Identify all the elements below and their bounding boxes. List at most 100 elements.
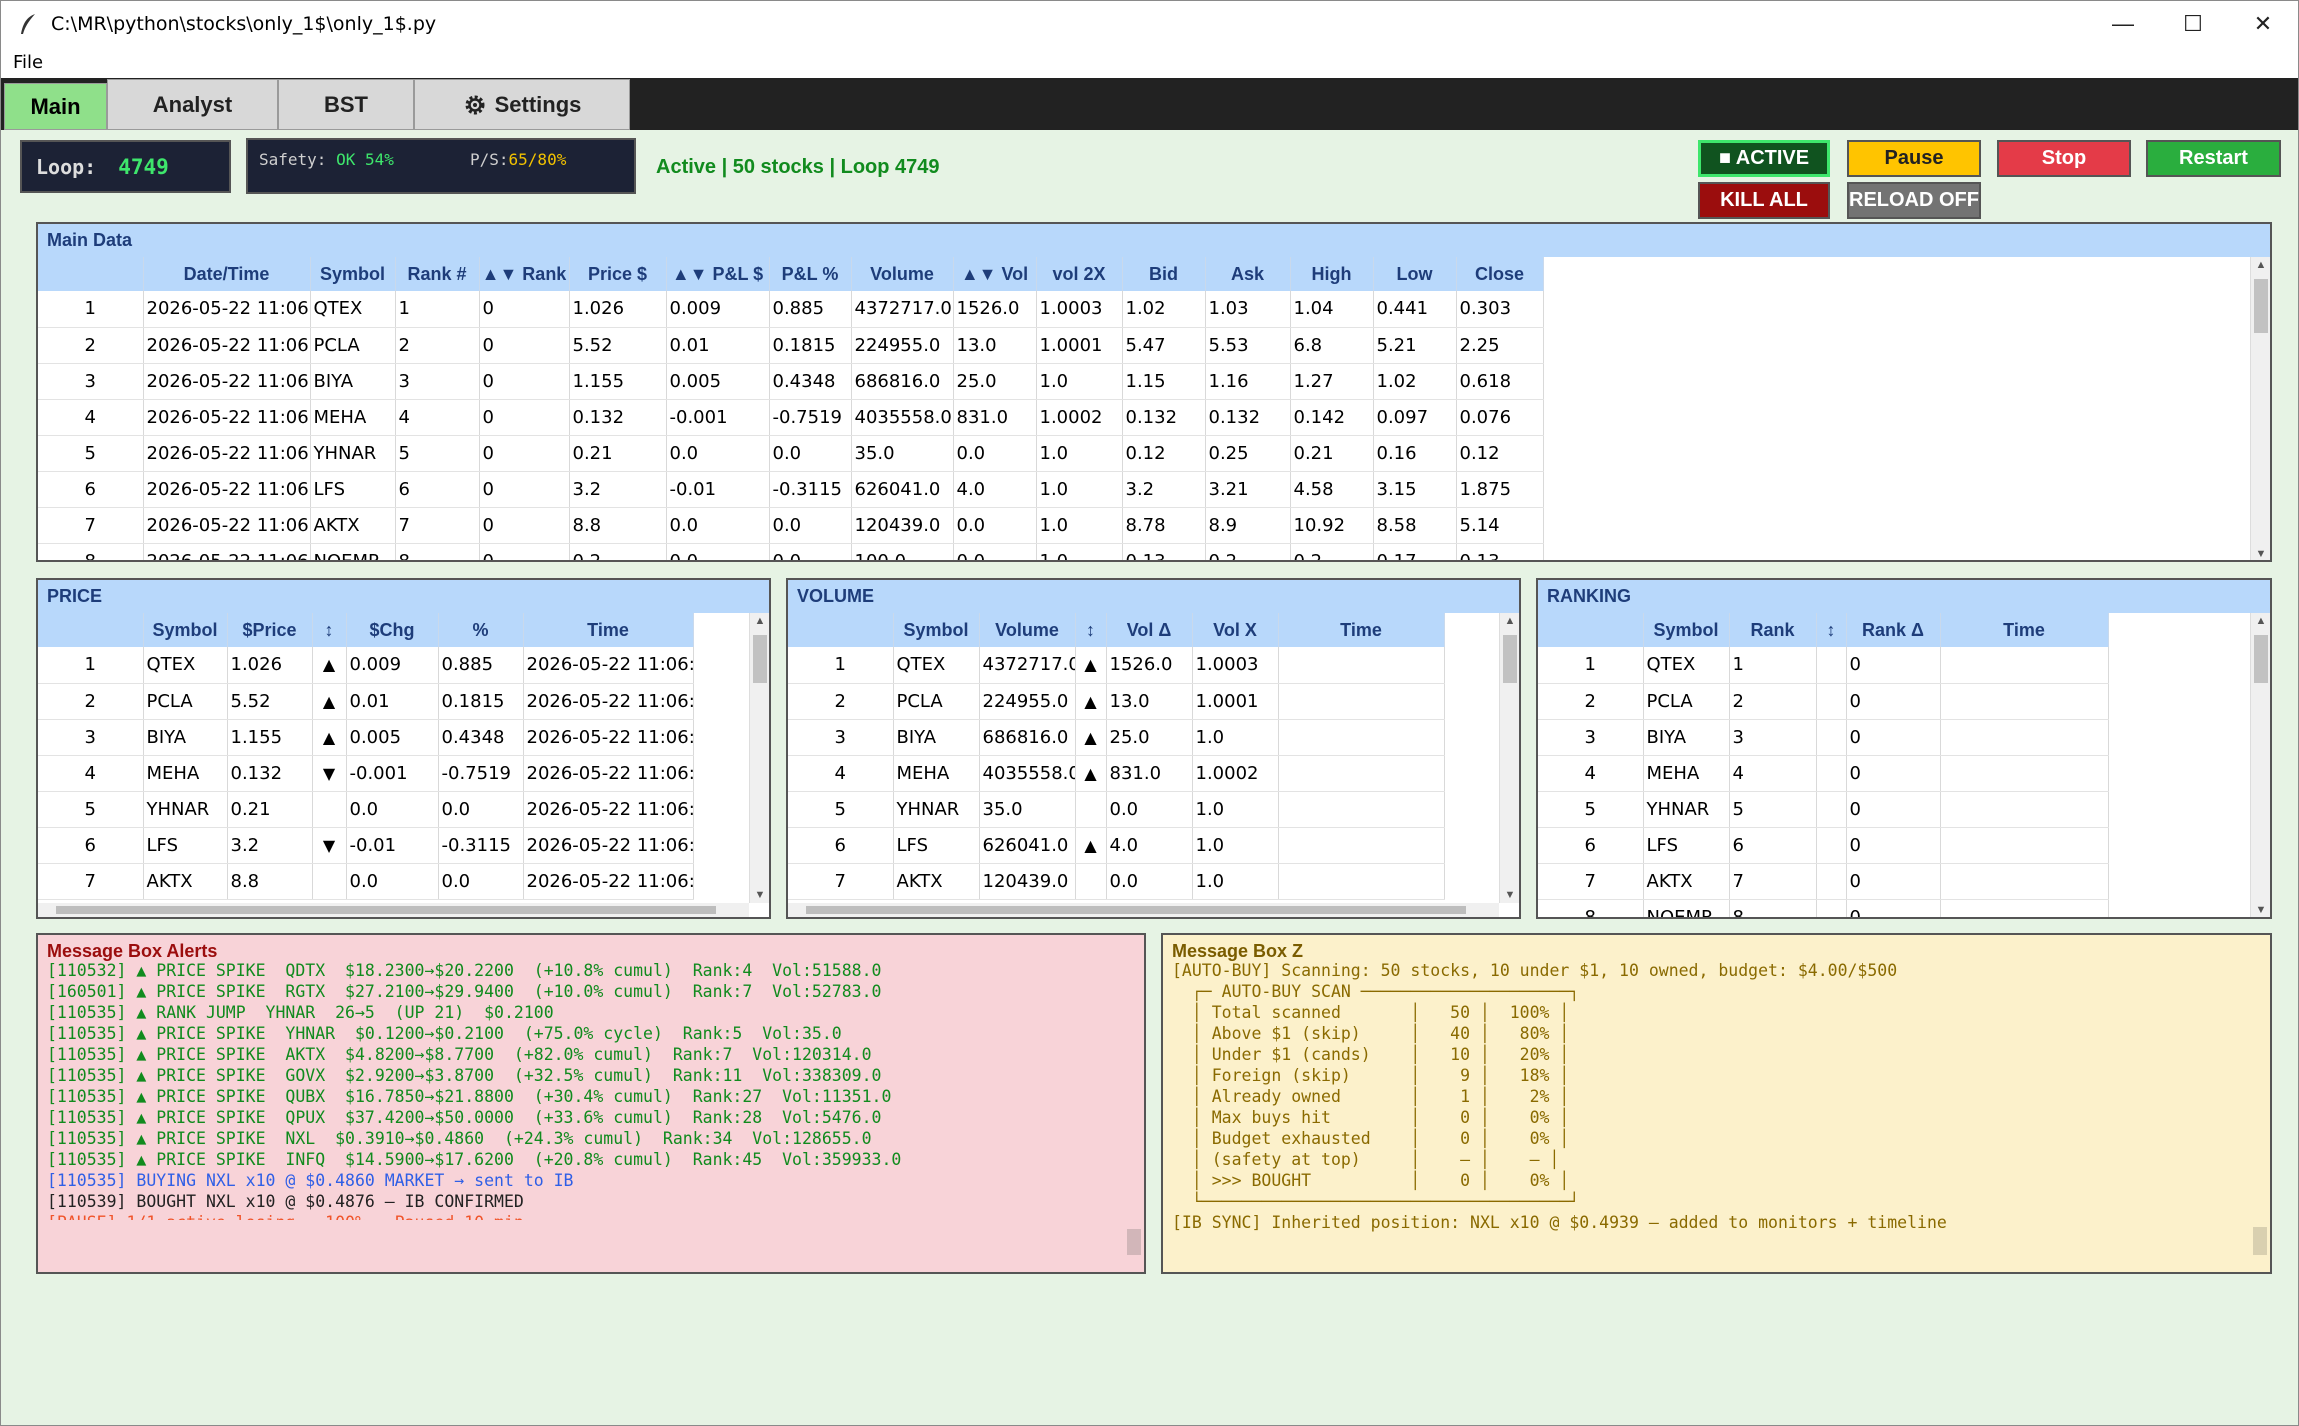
column-header[interactable]: vol 2X — [1036, 257, 1123, 291]
box-z-log[interactable]: [AUTO-BUY] Scanning: 50 stocks, 10 under… — [1172, 960, 2252, 1250]
table-row[interactable]: 7 AKTX 8.8 0.0 0.0 2026-05-22 11:06: — [38, 863, 694, 900]
tab-main[interactable]: Main — [4, 83, 107, 130]
table-cell: 5 — [395, 435, 480, 472]
table-row[interactable]: 4 MEHA 4 0 — [1538, 755, 2109, 792]
column-header[interactable]: Close — [1456, 257, 1544, 291]
alerts-scrollbar[interactable] — [1124, 969, 1144, 1259]
column-header[interactable]: Ask — [1205, 257, 1291, 291]
column-header[interactable]: Time — [523, 613, 694, 647]
column-header[interactable]: % — [438, 613, 524, 647]
close-button[interactable]: ✕ — [2228, 1, 2298, 47]
table-row[interactable]: 6 LFS 3.2 ▼ -0.01 -0.3115 2026-05-22 11:06: — [38, 827, 694, 864]
menu-file[interactable]: File — [13, 52, 43, 73]
column-header[interactable]: Volume — [979, 613, 1076, 647]
column-header[interactable]: Symbol — [1643, 613, 1730, 647]
volume-hscrollbar[interactable] — [788, 903, 1499, 917]
table-row[interactable]: 1 QTEX 4372717.0 ▲ 1526.0 1.0003 — [788, 647, 1445, 684]
column-header[interactable]: $Price — [227, 613, 313, 647]
column-header[interactable]: Symbol — [143, 613, 228, 647]
table-cell: 13.0 — [1106, 683, 1193, 720]
column-header[interactable]: $Chg — [346, 613, 439, 647]
column-header[interactable]: High — [1290, 257, 1374, 291]
table-cell: 3.2 — [227, 827, 313, 864]
table-cell: 1 — [38, 291, 144, 328]
tab-settings[interactable]: Settings — [414, 79, 630, 130]
main-data-scrollbar[interactable]: ▲ ▼ — [2250, 257, 2270, 560]
table-row[interactable]: 3 BIYA 1.155 ▲ 0.005 0.4348 2026-05-22 11:06: — [38, 719, 694, 756]
box-z-scrollbar[interactable] — [2250, 969, 2270, 1259]
table-row[interactable]: 1 QTEX 1.026 ▲ 0.009 0.885 2026-05-22 11:06: — [38, 647, 694, 684]
column-header[interactable]: Vol X — [1192, 613, 1279, 647]
table-cell: 0 — [479, 291, 570, 328]
alerts-log[interactable]: [110532] ▲ PRICE SPIKE QDTX $18.2300→$20… — [47, 960, 1127, 1220]
table-row[interactable]: 3 2026-05-22 11:06: BIYA 3 0 1.155 0.005 0.4348… — [38, 363, 1544, 400]
table-row[interactable]: 5 YHNAR 0.21 0.0 0.0 2026-05-22 11:06: — [38, 791, 694, 828]
column-header[interactable]: Date/Time — [143, 257, 311, 291]
table-row[interactable]: 6 2026-05-22 11:06: LFS 6 0 3.2 -0.01 -0.3115 62… — [38, 471, 1544, 508]
column-header[interactable]: Volume — [851, 257, 954, 291]
maximize-button[interactable]: ☐ — [2158, 1, 2228, 47]
table-row[interactable]: 2 2026-05-22 11:06: PCLA 2 0 5.52 0.01 0.1815 22… — [38, 327, 1544, 364]
column-header[interactable]: Time — [1278, 613, 1445, 647]
column-header[interactable]: Vol Δ — [1106, 613, 1193, 647]
reload-off-button[interactable]: RELOAD OFF — [1847, 182, 1981, 219]
column-header[interactable]: Symbol — [893, 613, 980, 647]
table-row[interactable]: 2 PCLA 5.52 ▲ 0.01 0.1815 2026-05-22 11:06: — [38, 683, 694, 720]
volume-scrollbar[interactable]: ▲ ▼ — [1499, 613, 1519, 903]
table-row[interactable]: 3 BIYA 3 0 — [1538, 719, 2109, 756]
column-header[interactable]: Rank Δ — [1846, 613, 1941, 647]
column-header[interactable]: Symbol — [310, 257, 396, 291]
column-header[interactable]: P&L % — [769, 257, 852, 291]
table-row[interactable]: 6 LFS 626041.0 ▲ 4.0 1.0 — [788, 827, 1445, 864]
active-button[interactable]: ■ ACTIVE — [1698, 140, 1830, 177]
table-cell: 2026-05-22 11:06: — [143, 399, 311, 436]
table-row[interactable]: 5 YHNAR 5 0 — [1538, 791, 2109, 828]
pause-button[interactable]: Pause — [1847, 140, 1981, 177]
table-cell: MEHA — [1643, 755, 1730, 792]
table-row[interactable]: 4 2026-05-22 11:06: MEHA 4 0 0.132 -0.001 -0.75… — [38, 399, 1544, 436]
table-row[interactable]: 2 PCLA 224955.0 ▲ 13.0 1.0001 — [788, 683, 1445, 720]
restart-button[interactable]: Restart — [2146, 140, 2281, 177]
table-row[interactable]: 1 QTEX 1 0 — [1538, 647, 2109, 684]
table-row[interactable]: 4 MEHA 0.132 ▼ -0.001 -0.7519 2026-05-22 11:06… — [38, 755, 694, 792]
column-header[interactable]: ▲▼ Vol — [953, 257, 1037, 291]
table-row[interactable]: 1 2026-05-22 11:06: QTEX 1 0 1.026 0.009 0.885 4… — [38, 291, 1544, 328]
column-header[interactable]: Price $ — [569, 257, 667, 291]
column-header[interactable] — [38, 613, 144, 647]
table-row[interactable]: 6 LFS 6 0 — [1538, 827, 2109, 864]
column-header[interactable]: Rank — [1729, 613, 1817, 647]
table-row[interactable]: 8 NOEMR 8 0 — [1538, 899, 2109, 917]
table-row[interactable]: 7 AKTX 7 0 — [1538, 863, 2109, 900]
column-header[interactable]: ↕ — [1816, 613, 1847, 647]
column-header[interactable]: Time — [1940, 613, 2109, 647]
column-header[interactable]: Bid — [1122, 257, 1206, 291]
table-row[interactable]: 3 BIYA 686816.0 ▲ 25.0 1.0 — [788, 719, 1445, 756]
table-row[interactable]: 2 PCLA 2 0 — [1538, 683, 2109, 720]
column-header[interactable]: ↕ — [312, 613, 347, 647]
column-header[interactable]: Rank # — [395, 257, 480, 291]
column-header[interactable]: ▲▼ Rank — [479, 257, 570, 291]
table-row[interactable]: 5 2026-05-22 11:06: YHNAR 5 0 0.21 0.0 0.0 35.0 0… — [38, 435, 1544, 472]
tab-analyst[interactable]: Analyst — [107, 79, 278, 130]
table-cell: NOEMR — [1643, 899, 1730, 917]
price-scrollbar[interactable]: ▲ ▼ — [749, 613, 769, 903]
column-header[interactable] — [38, 257, 144, 291]
price-hscrollbar[interactable] — [38, 903, 749, 917]
table-cell: 8.8 — [227, 863, 313, 900]
kill-all-button[interactable]: KILL ALL — [1698, 182, 1830, 219]
minimize-button[interactable]: — — [2088, 1, 2158, 47]
stop-button[interactable]: Stop — [1997, 140, 2131, 177]
ranking-scrollbar[interactable]: ▲ ▼ — [2250, 613, 2270, 917]
table-row[interactable]: 5 YHNAR 35.0 0.0 1.0 — [788, 791, 1445, 828]
column-header[interactable] — [788, 613, 894, 647]
table-row[interactable]: 4 MEHA 4035558.0 ▲ 831.0 1.0002 — [788, 755, 1445, 792]
column-header[interactable]: ↕ — [1075, 613, 1107, 647]
table-row[interactable]: 7 AKTX 120439.0 0.0 1.0 — [788, 863, 1445, 900]
table-row[interactable]: 8 2026-05-22 11:06: NOEMR 8 0 0.2 0.0 0.0 100.0 0… — [38, 543, 1544, 560]
column-header[interactable]: ▲▼ P&L $ — [666, 257, 770, 291]
table-row[interactable]: 7 2026-05-22 11:06: AKTX 7 0 8.8 0.0 0.0 120439.… — [38, 507, 1544, 544]
table-cell: 8 — [1729, 899, 1817, 917]
tab-bst[interactable]: BST — [278, 79, 414, 130]
column-header[interactable] — [1538, 613, 1644, 647]
column-header[interactable]: Low — [1373, 257, 1457, 291]
